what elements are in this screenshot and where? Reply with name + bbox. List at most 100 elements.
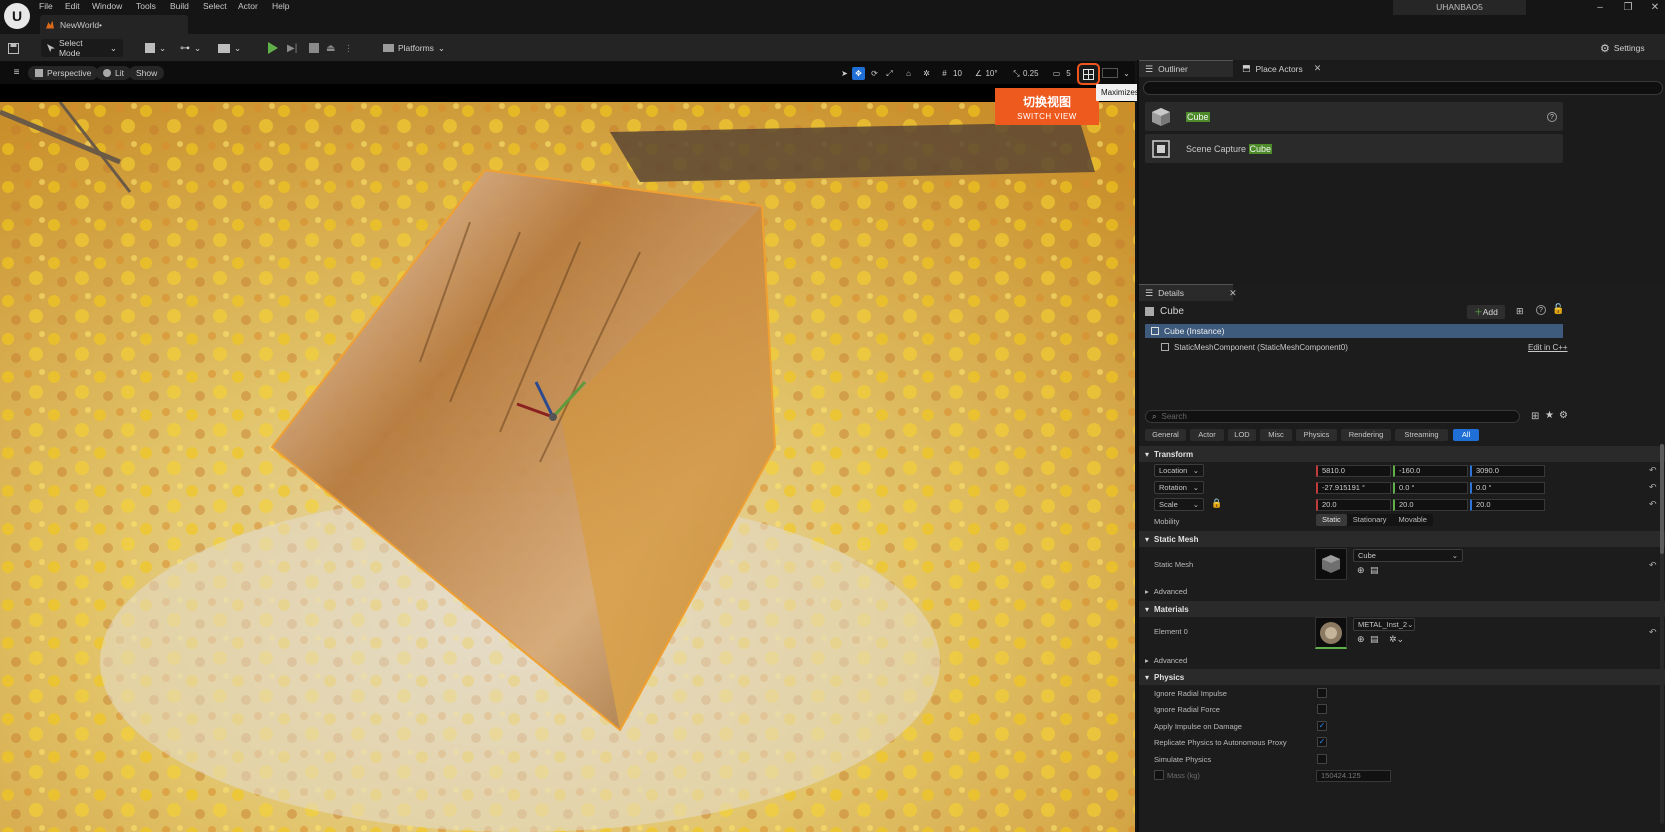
find-in-browser-icon[interactable]: ▤ [1370,634,1379,645]
grid-snap-value[interactable]: 10 [951,67,964,80]
scale-snap-value[interactable]: 0.25 [1023,67,1039,80]
level-tab[interactable]: NewWorld• [40,15,188,34]
section-materials[interactable]: ▾ Materials [1139,601,1665,617]
menu-build[interactable]: Build [170,0,189,12]
reset-arrow-icon[interactable]: ↶ [1649,482,1657,493]
mobility-movable[interactable]: Movable [1393,514,1433,526]
reset-arrow-icon[interactable]: ↶ [1649,627,1657,638]
settings-button[interactable]: ⚙ Settings [1600,39,1645,57]
help-icon[interactable]: ? [1536,305,1546,315]
menu-actor[interactable]: Actor [238,0,258,12]
details-scrollbar-thumb[interactable] [1660,444,1664,554]
scale-tool-icon[interactable]: ⤢ [883,67,896,80]
rotation-z[interactable]: 0.0 ° [1470,482,1545,494]
scale-x[interactable]: 20.0 [1316,499,1391,511]
close-window-icon[interactable]: ✕ [1645,1,1665,15]
hamburger-icon[interactable]: ≡ [10,66,23,79]
star-icon[interactable]: ★ [1545,410,1554,421]
location-z[interactable]: 3090.0 [1470,465,1545,477]
location-y[interactable]: -160.0 [1393,465,1468,477]
menu-tools[interactable]: Tools [136,0,156,12]
outliner-search-input[interactable] [1143,81,1663,95]
stop-button[interactable] [309,39,319,57]
viewport-layout-icon[interactable] [1102,68,1118,78]
details-scrollbar[interactable] [1660,444,1664,824]
close-icon[interactable]: ✕ [1229,288,1237,299]
menu-select[interactable]: Select [203,0,227,12]
scene-render[interactable] [0,102,1135,832]
actor-name[interactable]: Cube [1160,306,1184,317]
browse-asset-icon[interactable]: ⊕ [1357,634,1365,645]
scale-snap-icon[interactable]: ⤡ [1010,67,1023,80]
help-icon[interactable]: ? [1547,111,1557,122]
filter-physics[interactable]: Physics [1296,429,1337,441]
mass-field[interactable]: 150424.125 [1316,770,1391,782]
outliner-item-cube[interactable]: Cube ? [1145,102,1563,131]
browse-asset-icon[interactable]: ⊕ [1357,565,1365,576]
find-in-browser-icon[interactable]: ▤ [1370,565,1379,576]
unreal-logo-icon[interactable]: U [4,3,30,29]
rotate-tool-icon[interactable]: ⟳ [868,67,881,80]
simulate-physics-checkbox[interactable] [1317,754,1327,764]
menu-help[interactable]: Help [272,0,289,12]
tab-outliner[interactable]: ☰ Outliner [1139,60,1233,77]
close-icon[interactable]: ✕ [1314,63,1322,74]
scale-dropdown[interactable]: Scale ⌄ [1154,498,1204,511]
material-dropdown[interactable]: METAL_Inst_2 ⌄ [1353,618,1415,631]
world-space-icon[interactable]: ⌂ [902,67,915,80]
property-matrix-icon[interactable]: ⊞ [1531,411,1539,422]
translate-tool-icon[interactable]: ✥ [852,67,865,80]
gear-icon[interactable]: ⚙ [1559,410,1568,421]
blueprint-convert-icon[interactable]: ⊞ [1516,306,1524,317]
play-options-icon[interactable]: ⋮ [344,39,353,57]
material-options-icon[interactable]: ✲⌄ [1389,634,1404,645]
tab-details[interactable]: ☰ Details ✕ [1139,284,1237,301]
surface-snap-icon[interactable]: ✲ [920,67,933,80]
material-thumbnail[interactable] [1315,617,1347,649]
mass-override-checkbox[interactable] [1154,770,1164,780]
cinematics-button[interactable]: ⌄ [218,39,241,57]
scale-z[interactable]: 20.0 [1470,499,1545,511]
apply-impulse-checkbox[interactable]: ✓ [1317,721,1327,731]
restore-icon[interactable]: ❐ [1618,1,1638,15]
show-button[interactable]: Show [129,66,165,80]
filter-general[interactable]: General [1145,429,1186,441]
select-mode-dropdown[interactable]: Select Mode ⌄ [41,38,123,58]
reset-arrow-icon[interactable]: ↶ [1649,560,1657,571]
blueprint-button[interactable]: ⊶ ⌄ [180,39,201,57]
materials-advanced[interactable]: ▸ Advanced [1145,654,1187,666]
add-component-button[interactable]: ＋Add [1467,305,1505,319]
details-search-input[interactable]: ⌕ Search [1145,410,1520,423]
ignore-radial-force-checkbox[interactable] [1317,704,1327,714]
filter-lod[interactable]: LOD [1228,429,1256,441]
mobility-stationary[interactable]: Stationary [1347,514,1393,526]
minimize-icon[interactable]: – [1590,1,1610,15]
lock-icon[interactable]: 🔓 [1552,304,1564,315]
rotation-snap-icon[interactable]: ∠ [972,67,985,80]
section-transform[interactable]: ▾ Transform [1139,446,1665,462]
component-row-static-mesh[interactable]: StaticMeshComponent (StaticMeshComponent… [1161,340,1348,354]
maximize-viewport-button[interactable] [1077,63,1100,85]
component-row-instance[interactable]: Cube (Instance) [1145,324,1563,338]
static-mesh-advanced[interactable]: ▸ Advanced [1145,585,1187,597]
scale-y[interactable]: 20.0 [1393,499,1468,511]
filter-streaming[interactable]: Streaming [1395,429,1448,441]
location-dropdown[interactable]: Location ⌄ [1154,464,1204,477]
select-tool-icon[interactable]: ➤ [838,67,851,80]
rotation-snap-value[interactable]: 10° [985,67,998,80]
perspective-button[interactable]: Perspective [28,66,99,80]
replicate-physics-checkbox[interactable]: ✓ [1317,737,1327,747]
mobility-static[interactable]: Static [1316,514,1347,526]
menu-edit[interactable]: Edit [65,0,80,12]
outliner-item-scene-capture-cube[interactable]: Scene Capture Cube [1145,134,1563,163]
chevron-down-icon[interactable]: ⌄ [1120,67,1133,80]
rotation-y[interactable]: 0.0 ° [1393,482,1468,494]
reset-arrow-icon[interactable]: ↶ [1649,499,1657,510]
grid-snap-icon[interactable]: # [938,67,951,80]
save-icon[interactable] [8,39,19,57]
play-button[interactable] [268,39,278,57]
tab-place-actors[interactable]: ⬒ Place Actors ✕ [1236,60,1340,77]
static-mesh-dropdown[interactable]: Cube ⌄ [1353,549,1463,562]
ignore-radial-impulse-checkbox[interactable] [1317,688,1327,698]
reset-arrow-icon[interactable]: ↶ [1649,465,1657,476]
